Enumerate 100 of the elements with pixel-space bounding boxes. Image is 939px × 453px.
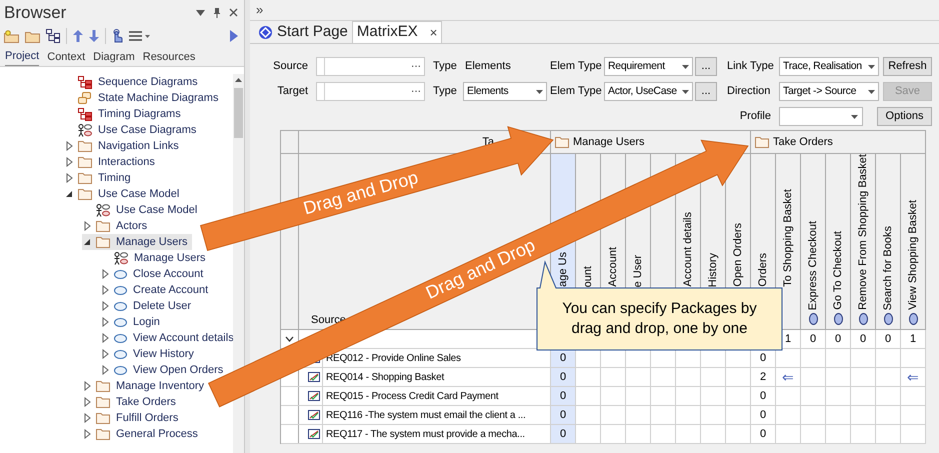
collapse-arrow-icon[interactable] bbox=[82, 238, 92, 246]
tree-item[interactable]: Use Case Model bbox=[82, 202, 202, 218]
expand-arrow-icon[interactable] bbox=[100, 333, 110, 343]
expand-arrow-icon[interactable] bbox=[82, 413, 92, 423]
browse-button[interactable]: ... bbox=[695, 57, 717, 76]
expand-arrow-icon[interactable] bbox=[82, 397, 92, 407]
document-tab[interactable]: MatrixEX × bbox=[352, 21, 442, 43]
expand-arrow-icon[interactable] bbox=[64, 173, 74, 183]
dropdown[interactable]: Trace, Realisation bbox=[779, 57, 879, 76]
column-label[interactable]: Account details bbox=[680, 212, 696, 287]
tree-item[interactable]: Manage Users bbox=[82, 234, 192, 250]
scroll-up-icon[interactable] bbox=[235, 78, 242, 82]
column-label[interactable]: Search for Books bbox=[880, 226, 896, 310]
element-field[interactable]: ··· bbox=[316, 57, 425, 76]
tree-item[interactable]: Sequence Diagrams bbox=[64, 74, 202, 90]
close-icon[interactable] bbox=[229, 8, 238, 17]
overflow-chevron[interactable]: » bbox=[256, 0, 264, 20]
matrix-cell-text: 0 bbox=[808, 332, 818, 347]
column-label[interactable]: ount bbox=[580, 266, 596, 287]
column-label[interactable]: e User bbox=[630, 254, 646, 287]
dropdown[interactable]: Requirement bbox=[604, 57, 693, 76]
tree-item[interactable]: View Open Orders bbox=[100, 362, 228, 378]
sequence-diagram-icon bbox=[78, 76, 92, 88]
document-tab[interactable]: Start Page bbox=[254, 21, 352, 43]
tree-item[interactable]: Delete User bbox=[100, 298, 196, 314]
tree-item[interactable]: Actors bbox=[82, 218, 152, 234]
column-label[interactable]: Orders bbox=[754, 253, 772, 287]
pin-icon[interactable] bbox=[213, 7, 221, 18]
expand-arrow-icon[interactable] bbox=[100, 301, 110, 311]
expand-arrow-icon[interactable] bbox=[100, 269, 110, 279]
scrollbar-thumb[interactable] bbox=[234, 88, 243, 138]
play-icon[interactable] bbox=[230, 30, 238, 42]
tree-item[interactable]: Take Orders bbox=[82, 394, 180, 410]
dropdown[interactable]: Target -> Source bbox=[779, 82, 879, 101]
row-label[interactable]: REQ116 -The system must email the client a ... bbox=[323, 408, 526, 422]
dropdown[interactable]: Actor, UseCase bbox=[604, 82, 693, 101]
tree-item[interactable]: Login bbox=[100, 314, 164, 330]
panel-tab[interactable]: Diagram bbox=[93, 48, 135, 66]
row-label[interactable]: REQ015 - Process Credit Card Payment bbox=[323, 388, 498, 404]
row-label[interactable]: REQ117 - The system must provide a mecha... bbox=[323, 426, 525, 442]
column-label[interactable]: Go To Checkout bbox=[830, 231, 846, 310]
column-label[interactable]: History bbox=[704, 252, 722, 287]
tree-item[interactable]: Timing bbox=[64, 170, 135, 186]
column-label[interactable]: Remove From Shopping Basket bbox=[854, 154, 872, 310]
expand-arrow-icon[interactable] bbox=[82, 221, 92, 231]
dropdown-icon[interactable] bbox=[196, 10, 205, 16]
column-label[interactable]: Account bbox=[604, 247, 622, 287]
tree-item[interactable]: Close Account bbox=[100, 266, 208, 282]
expand-arrow-icon[interactable] bbox=[100, 285, 110, 295]
expand-arrow-icon[interactable] bbox=[100, 349, 110, 359]
new-folder-icon[interactable] bbox=[4, 30, 19, 42]
tree-item[interactable]: View Account details bbox=[100, 330, 238, 346]
element-field[interactable]: ··· bbox=[316, 82, 425, 101]
action-button[interactable]: Refresh bbox=[883, 57, 932, 76]
collapse-chevron-icon[interactable] bbox=[285, 336, 294, 342]
tree-item[interactable]: Use Case Diagrams bbox=[64, 122, 200, 138]
package-header[interactable]: Take Orders bbox=[751, 134, 833, 150]
use-case-icon bbox=[884, 313, 892, 325]
panel-tab[interactable]: Project bbox=[5, 48, 40, 66]
hand-icon[interactable] bbox=[112, 29, 123, 43]
expand-arrow-icon[interactable] bbox=[100, 317, 110, 327]
row-label[interactable]: REQ014 - Shopping Basket bbox=[323, 370, 444, 384]
arrow-down-icon[interactable] bbox=[89, 30, 99, 42]
matrix-cell: 0 bbox=[551, 387, 575, 405]
tree-item[interactable]: Timing Diagrams bbox=[64, 106, 185, 122]
tree-item[interactable]: State Machine Diagrams bbox=[64, 90, 222, 106]
menu-icon[interactable] bbox=[129, 31, 151, 41]
tree-item[interactable]: Interactions bbox=[64, 154, 159, 170]
collapse-arrow-icon[interactable] bbox=[64, 190, 74, 198]
close-tab[interactable]: × bbox=[430, 22, 438, 42]
column-label[interactable]: Open Orders bbox=[730, 223, 746, 287]
expand-arrow-icon[interactable] bbox=[82, 429, 92, 439]
dropdown[interactable]: Elements bbox=[463, 82, 547, 101]
tree-item[interactable]: Navigation Links bbox=[64, 138, 183, 154]
tree-item[interactable]: Use Case Model bbox=[64, 186, 184, 202]
column-label[interactable]: age Us bbox=[554, 252, 572, 287]
link-arrow: ⇐ bbox=[906, 368, 920, 386]
tree-item[interactable]: Create Account bbox=[100, 282, 212, 298]
hierarchy-icon[interactable] bbox=[46, 29, 60, 43]
folder-icon[interactable] bbox=[25, 30, 40, 42]
tree-item[interactable]: Fulfill Orders bbox=[82, 410, 182, 426]
expand-arrow-icon[interactable] bbox=[64, 157, 74, 167]
browse-button[interactable]: ... bbox=[695, 82, 717, 101]
expand-arrow-icon[interactable] bbox=[100, 365, 110, 375]
expand-arrow-icon[interactable] bbox=[82, 381, 92, 391]
options-button[interactable]: Options bbox=[877, 107, 932, 126]
column-label[interactable]: Express Checkout bbox=[804, 220, 822, 310]
column-label[interactable]: To Shopping Basket bbox=[780, 189, 796, 287]
expand-arrow-icon[interactable] bbox=[64, 141, 74, 151]
start-page-icon bbox=[258, 24, 273, 40]
tree-item[interactable]: Manage Users bbox=[100, 250, 210, 266]
tree-item[interactable]: View History bbox=[100, 346, 198, 362]
package-header[interactable]: Manage Users bbox=[551, 134, 645, 150]
panel-tab[interactable]: Context bbox=[47, 48, 86, 66]
panel-tab[interactable]: Resources bbox=[142, 48, 196, 66]
tree-item[interactable]: General Process bbox=[82, 426, 202, 442]
arrow-up-icon[interactable] bbox=[73, 30, 83, 42]
column-label[interactable]: View Shopping Basket bbox=[904, 200, 922, 310]
tree-item[interactable]: Manage Inventory bbox=[82, 378, 208, 394]
matrix-cell: 0 bbox=[551, 425, 575, 443]
